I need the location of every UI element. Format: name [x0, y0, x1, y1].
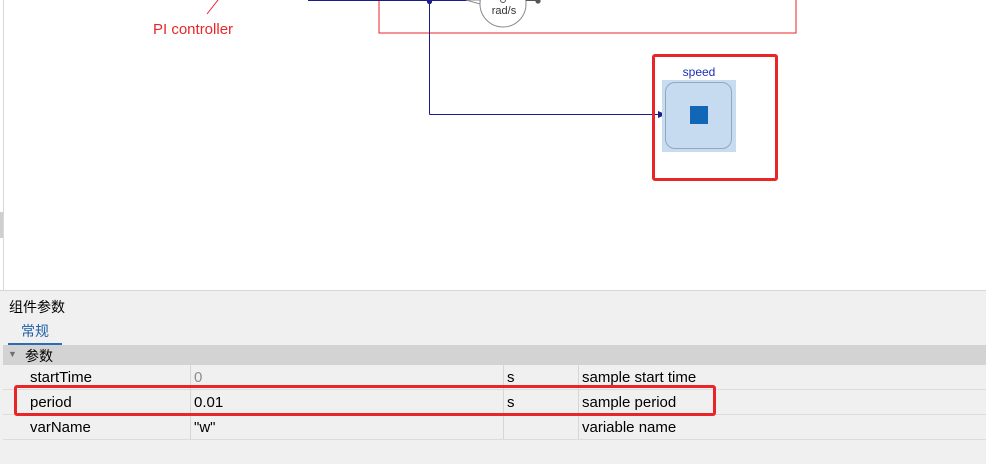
table-row[interactable]: varName "w" variable name — [3, 415, 986, 440]
pi-label-leader-line — [206, 0, 219, 15]
column-divider — [578, 365, 579, 389]
tab-general[interactable]: 常规 — [8, 321, 62, 345]
column-divider — [190, 415, 191, 439]
column-divider — [190, 390, 191, 414]
param-name: period — [30, 394, 72, 411]
app-root: PI controller rad/s speed 组件参数 常规 ▼ 参数 s… — [0, 0, 986, 464]
diagram-canvas[interactable]: PI controller rad/s speed — [0, 0, 986, 290]
sensor-output-port-icon — [465, 0, 481, 5]
table-row[interactable]: period 0.01 s sample period — [3, 390, 986, 415]
junction-dot — [426, 0, 433, 5]
sensor-center-icon — [500, 0, 506, 3]
param-value-input[interactable]: "w" — [194, 415, 502, 439]
sensor-unit-label: rad/s — [491, 5, 517, 17]
pi-controller-annotation: PI controller — [153, 21, 234, 38]
parameter-table: startTime 0 s sample start time period 0… — [3, 365, 986, 440]
param-unit[interactable] — [507, 415, 575, 439]
param-name: startTime — [30, 369, 92, 386]
speed-output-block[interactable] — [665, 82, 732, 149]
diagram-connections — [206, 0, 797, 118]
parameter-group-header[interactable]: ▼ 参数 — [3, 345, 986, 365]
canvas-splitter-handle[interactable] — [0, 212, 3, 238]
component-parameters-panel: 组件参数 常规 ▼ 参数 startTime 0 s sample start … — [0, 290, 986, 464]
column-divider — [503, 415, 504, 439]
param-unit[interactable]: s — [507, 390, 575, 414]
param-description: sample period — [582, 394, 677, 411]
speed-block-label: speed — [682, 65, 716, 79]
table-row[interactable]: startTime 0 s sample start time — [3, 365, 986, 390]
param-description: sample start time — [582, 369, 697, 386]
column-divider — [578, 415, 579, 439]
controller-region-outline — [378, 0, 797, 34]
triangle-down-icon[interactable]: ▼ — [8, 349, 17, 359]
column-divider — [578, 390, 579, 414]
parameter-group-label: 参数 — [25, 348, 53, 364]
panel-title: 组件参数 — [9, 299, 65, 315]
param-value-input[interactable]: 0 — [194, 365, 502, 389]
canvas-left-border — [3, 0, 4, 290]
column-divider — [503, 365, 504, 389]
column-divider — [503, 390, 504, 414]
column-divider — [190, 365, 191, 389]
param-value-input[interactable]: 0.01 — [194, 390, 502, 414]
param-name: varName — [30, 419, 91, 436]
param-unit[interactable]: s — [507, 365, 575, 389]
param-description: variable name — [582, 419, 677, 436]
sensor-flange-port-icon[interactable] — [535, 0, 541, 4]
output-square-icon — [690, 106, 708, 124]
